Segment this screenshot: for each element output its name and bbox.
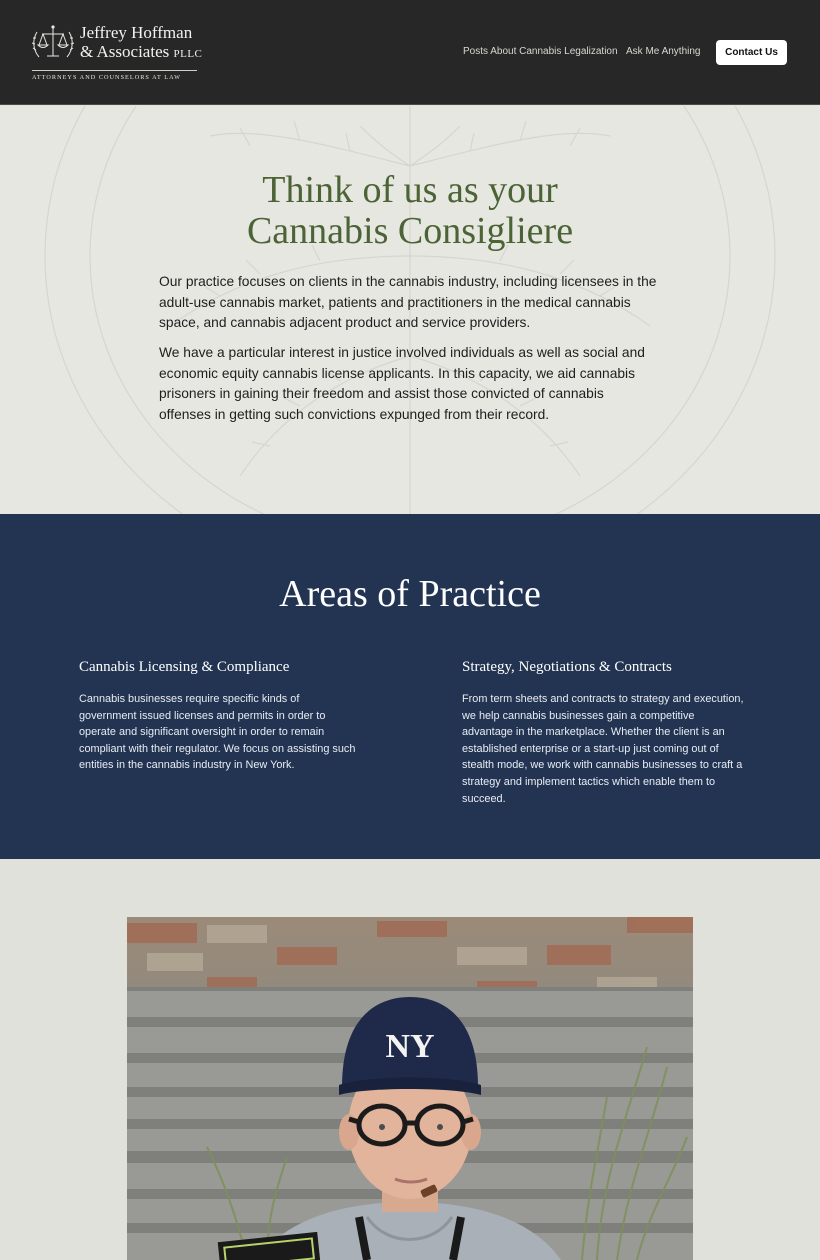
practice-area-title: Strategy, Negotiations & Contracts bbox=[462, 659, 672, 675]
practice-area-body: From term sheets and contracts to strate… bbox=[462, 693, 744, 805]
intro-headline: Think of us as your Cannabis Consigliere bbox=[110, 170, 710, 252]
intro-headline-line1: Think of us as your bbox=[262, 169, 558, 211]
practice-area-licensing: Cannabis Licensing & Compliance Cannabis… bbox=[79, 657, 359, 774]
logo-tagline: ATTORNEYS AND COUNSELORS AT LAW bbox=[32, 74, 182, 81]
site-header: Jeffrey Hoffman & Associates PLLC ATTORN… bbox=[0, 0, 820, 105]
practice-area-strategy: Strategy, Negotiations & Contracts From … bbox=[462, 657, 747, 807]
main-nav: Posts About Cannabis Legalization Ask Me… bbox=[0, 40, 820, 66]
intro-headline-line2: Cannabis Consigliere bbox=[246, 210, 574, 252]
practice-section: Areas of Practice Cannabis Licensing & C… bbox=[0, 514, 820, 859]
logo-divider bbox=[32, 70, 197, 71]
photo-section: NY bbox=[0, 859, 820, 1260]
contact-us-button[interactable]: Contact Us bbox=[716, 40, 787, 65]
practice-area-body: Cannabis businesses require specific kin… bbox=[79, 693, 356, 772]
nav-link-posts[interactable]: Posts About Cannabis Legalization bbox=[463, 46, 618, 57]
intro-paragraph-2: We have a particular interest in justice… bbox=[159, 345, 645, 422]
practice-area-title: Cannabis Licensing & Compliance bbox=[79, 659, 290, 675]
intro-paragraph-1: Our practice focuses on clients in the c… bbox=[159, 274, 657, 330]
practice-title: Areas of Practice bbox=[279, 573, 541, 615]
intro-section: Think of us as your Cannabis Consigliere… bbox=[0, 106, 820, 514]
nav-link-ask[interactable]: Ask Me Anything bbox=[626, 46, 700, 57]
svg-text:NY: NY bbox=[385, 1028, 434, 1065]
attorney-photo: NY bbox=[127, 917, 693, 1260]
